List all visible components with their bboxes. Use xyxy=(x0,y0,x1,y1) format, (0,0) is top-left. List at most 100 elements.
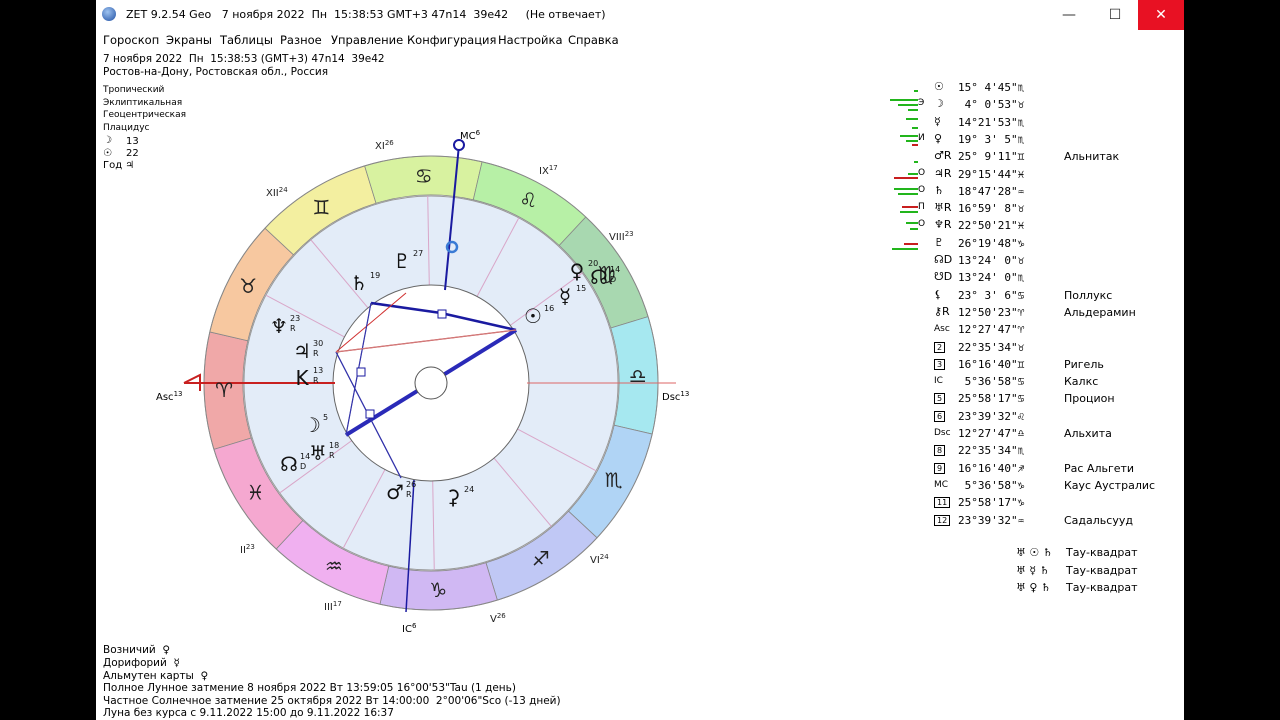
point-symbol: ☽ xyxy=(934,97,944,111)
position-row[interactable]: 5 25°58'17"♋ Процион xyxy=(876,391,1176,408)
dignity-bars xyxy=(884,80,918,96)
position-value: 4° 0'53"♉ xyxy=(958,98,1025,112)
point-symbol: ♇ xyxy=(934,235,944,249)
menu-horoscope[interactable]: Гороскоп xyxy=(103,33,159,47)
position-row[interactable]: 2 22°35'34"♉ xyxy=(876,340,1176,357)
menu-settings[interactable]: Настройка xyxy=(498,33,563,47)
position-value: 12°27'47"♎ xyxy=(958,427,1025,440)
chart-location: Ростов-на-Дону, Ростовская обл., Россия xyxy=(103,66,329,78)
position-row[interactable]: 11 25°58'17"♑ xyxy=(876,495,1176,512)
aspect-glyphs: ♅ ☿ ♄ xyxy=(1016,563,1050,577)
solar-eclipse: Частное Солнечное затмение 25 октября 20… xyxy=(103,695,561,707)
position-value: 18°47'28"♒ xyxy=(958,184,1025,198)
position-row[interactable]: ⚷R 12°50'23"♈ Альдерамин xyxy=(876,305,1176,322)
position-row[interactable]: 6 23°39'32"♌ xyxy=(876,409,1176,426)
title-bar[interactable]: ZET 9.2.54 Geo 7 ноября 2022 Пн 15:38:53… xyxy=(96,0,1184,30)
planet-glyph-icon: ♄ xyxy=(350,271,368,295)
dignity-bars xyxy=(884,115,918,131)
position-value: 16°16'40"♊ xyxy=(958,357,1025,371)
position-row[interactable]: Э ☽ 4° 0'53"♉ xyxy=(876,97,1176,114)
position-row[interactable]: О ♆R 22°50'21"♓ xyxy=(876,218,1176,235)
aspect-config-row[interactable]: ♅ ☿ ♄ Тау-квадрат xyxy=(1016,564,1138,577)
point-symbol: 8 xyxy=(934,445,946,457)
aspect-square-marker-2 xyxy=(356,367,366,377)
position-row[interactable]: ☿ 14°21'53"♏ xyxy=(876,115,1176,132)
house-label-6: XI26 xyxy=(375,139,394,152)
position-row[interactable]: ☊D 13°24' 0"♉ xyxy=(876,253,1176,270)
position-row[interactable]: 9 16°16'40"♐ Рас Альгети xyxy=(876,461,1176,478)
planet-glyph-icon: ♇ xyxy=(393,249,411,273)
year-ruler: Год ♃ xyxy=(103,160,135,171)
point-symbol: ♄ xyxy=(934,183,944,197)
position-value: 13°24' 0"♏ xyxy=(958,271,1025,285)
sign-glyph-0: ♈ xyxy=(215,378,233,402)
position-row[interactable]: 3 16°16'40"♊ Ригель xyxy=(876,357,1176,374)
fixed-star: Каус Аустралис xyxy=(1064,478,1156,492)
position-row[interactable]: ☋D 13°24' 0"♏ xyxy=(876,270,1176,287)
aspect-config-row[interactable]: ♅ ♀ ♄ Тау-квадрат xyxy=(1016,581,1138,594)
position-row[interactable]: П ♅R 16°59' 8"♉ xyxy=(876,201,1176,218)
setting-house-system: Плацидус xyxy=(103,123,150,133)
close-button[interactable]: ✕ xyxy=(1138,0,1184,30)
planet-degree: 24 xyxy=(464,485,474,494)
point-symbol: ♃R xyxy=(934,166,952,180)
position-row[interactable]: О ♃R 29°15'44"♓ xyxy=(876,167,1176,184)
position-value: 26°19'48"♑ xyxy=(958,236,1025,250)
position-value: 23°39'32"♒ xyxy=(958,513,1025,527)
maximize-button[interactable]: ☐ xyxy=(1092,0,1138,30)
planet-motion: R xyxy=(406,490,412,499)
planet-degree: 5 xyxy=(323,413,328,422)
natal-chart-wheel[interactable]: ♈♉♊♋♌♍♎♏♐♑♒♓ ♄ 19♇ 27♀ 20☊ 14D☿ 15☉ 16♆ 23R♃ 30R… xyxy=(152,120,712,640)
position-row[interactable]: Asc 12°27'47"♈ xyxy=(876,322,1176,339)
sign-glyph-1: ♉ xyxy=(239,274,257,298)
center-circle xyxy=(414,366,448,400)
fixed-star: Процион xyxy=(1064,392,1115,406)
aspect-square-marker-3 xyxy=(365,409,375,419)
dignity-letter: О xyxy=(918,219,926,230)
menu-screens[interactable]: Экраны xyxy=(166,33,212,47)
dignity-bars xyxy=(884,167,918,183)
menu-tables[interactable]: Таблицы xyxy=(220,33,273,47)
position-value: 14°21'53"♏ xyxy=(958,115,1025,129)
position-row[interactable]: ♇ 26°19'48"♑ xyxy=(876,236,1176,253)
position-row[interactable]: 8 22°35'34"♏ xyxy=(876,443,1176,460)
planet-degree: 13 xyxy=(313,366,323,375)
menu-help[interactable]: Справка xyxy=(568,33,619,47)
point-symbol: 3 xyxy=(934,358,946,370)
setting-coords: Эклиптикальная xyxy=(103,98,183,108)
position-row[interactable]: MC 5°36'58"♑ Каус Аустралис xyxy=(876,478,1176,495)
planet-glyph-icon: ♂ xyxy=(386,480,404,504)
menu-configuration[interactable]: Конфигурация xyxy=(407,33,496,47)
position-row[interactable]: О ♄ 18°47'28"♒ xyxy=(876,184,1176,201)
dignity-letter: Э xyxy=(918,98,925,109)
position-row[interactable]: Dsc 12°27'47"♎ Альхита xyxy=(876,426,1176,443)
fixed-star: Рас Альгети xyxy=(1064,461,1135,475)
sign-glyph-9: ♑ xyxy=(429,578,447,602)
position-row[interactable]: 12 23°39'32"♒ Садальсууд xyxy=(876,513,1176,530)
position-row[interactable]: И ♀ 19° 3' 5"♏ xyxy=(876,132,1176,149)
position-row[interactable]: ♂R 25° 9'11"♊ Альнитак xyxy=(876,149,1176,166)
position-row[interactable]: IC 5°36'58"♋ Калкс xyxy=(876,374,1176,391)
planet-glyph-icon: ☿ xyxy=(559,284,571,308)
dignity-bars xyxy=(884,132,918,148)
position-value: 22°35'34"♏ xyxy=(958,444,1025,458)
void-of-course-moon: Луна без курса с 9.11.2022 15:00 до 9.11… xyxy=(103,707,394,719)
position-value: 25°58'17"♋ xyxy=(958,392,1025,406)
aspect-square-marker xyxy=(437,309,447,319)
asc-label: Asc13 xyxy=(156,390,182,403)
point-symbol: ⚷R xyxy=(934,304,950,318)
menu-control[interactable]: Управление xyxy=(331,33,403,47)
menu-misc[interactable]: Разное xyxy=(280,33,322,47)
position-row[interactable]: ☉ 15° 4'45"♏ xyxy=(876,80,1176,97)
position-value: 25° 9'11"♊ xyxy=(958,150,1025,164)
charioteer: Возничий ♀ xyxy=(103,644,171,656)
minimize-button[interactable]: — xyxy=(1046,0,1092,30)
position-value: 29°15'44"♓ xyxy=(958,167,1025,181)
aspect-config-row[interactable]: ♅ ☉ ♄ Тау-квадрат xyxy=(1016,546,1138,559)
position-value: 25°58'17"♑ xyxy=(958,496,1025,510)
sun-day: 22 xyxy=(126,148,139,159)
app-window: ZET 9.2.54 Geo 7 ноября 2022 Пн 15:38:53… xyxy=(96,0,1184,720)
position-row[interactable]: ⚸ 23° 3' 6"♋ Поллукс xyxy=(876,288,1176,305)
planet-motion: R xyxy=(290,324,296,333)
point-symbol: ♀ xyxy=(934,131,943,145)
